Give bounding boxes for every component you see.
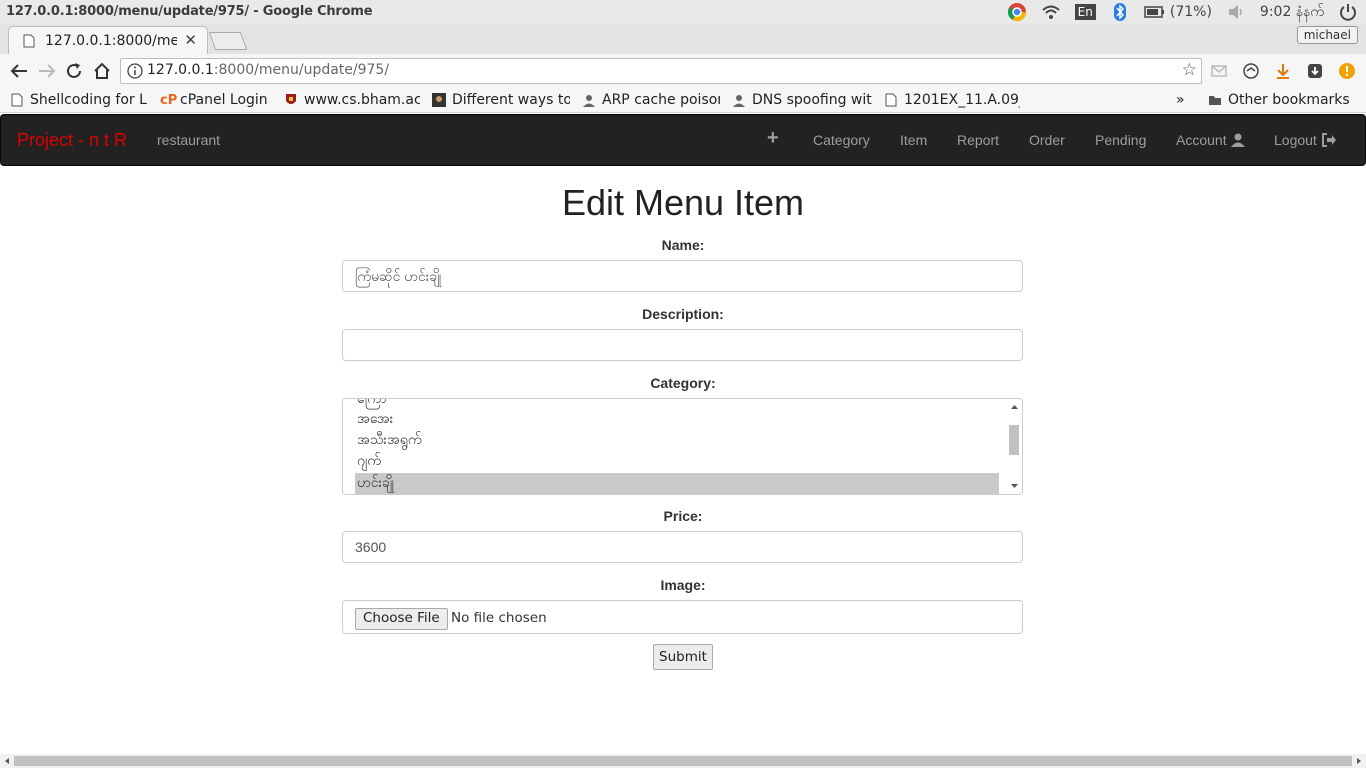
new-tab-button[interactable]: [208, 32, 248, 50]
name-label: Name:: [661, 237, 705, 253]
category-option[interactable]: အသီးအရွက်: [355, 430, 999, 451]
profile-button[interactable]: michael: [1296, 26, 1358, 44]
tab-title: 127.0.0.1:8000/menu/update/975/: [45, 33, 177, 49]
avatar-icon: [432, 93, 446, 107]
nav-category[interactable]: Category: [813, 132, 870, 148]
category-listbox[interactable]: ကြော် အအေး အသီးအရွက် ဂျက် ဟင်းချို: [342, 398, 1023, 495]
mail-extension-icon[interactable]: [1210, 62, 1228, 80]
category-option-selected[interactable]: ဟင်းချို: [355, 473, 999, 494]
site-brand[interactable]: Project - n t R: [17, 130, 127, 151]
logout-icon: [1321, 133, 1336, 147]
browser-toolbar: 127.0.0.1:8000/menu/update/975/ ☆: [0, 54, 1366, 88]
window-title: 127.0.0.1:8000/menu/update/975/ - Google…: [6, 4, 373, 19]
listbox-scrollbar[interactable]: [1007, 399, 1022, 494]
alert-icon[interactable]: [1338, 62, 1356, 80]
bookmark-item[interactable]: Different ways to: [432, 91, 570, 109]
add-icon[interactable]: +: [767, 127, 779, 150]
info-icon[interactable]: [127, 63, 143, 79]
scroll-up-icon[interactable]: [1007, 402, 1022, 412]
university-shield-icon: [286, 94, 296, 104]
reload-icon[interactable]: [63, 60, 85, 82]
address-bar[interactable]: 127.0.0.1:8000/menu/update/975/ ☆: [120, 58, 1202, 84]
choose-file-button[interactable]: Choose File: [355, 608, 448, 630]
page-icon: [11, 93, 23, 107]
price-field[interactable]: 3600: [342, 531, 1023, 563]
bookmark-item[interactable]: www.cs.bham.ac.uk: [284, 91, 420, 109]
horizontal-scroll-thumb[interactable]: [14, 756, 1352, 766]
category-option[interactable]: အအေး: [355, 409, 999, 430]
download-icon[interactable]: [1274, 62, 1292, 80]
page-icon: [23, 34, 35, 48]
listbox-scroll-thumb[interactable]: [1009, 425, 1019, 455]
submit-button[interactable]: Submit: [653, 644, 713, 670]
description-label: Description:: [642, 306, 724, 322]
scroll-down-icon[interactable]: [1007, 481, 1022, 491]
home-icon[interactable]: [91, 60, 113, 82]
battery-indicator[interactable]: (71%): [1144, 4, 1212, 20]
bookmark-star-icon[interactable]: ☆: [1182, 60, 1197, 80]
horizontal-scrollbar[interactable]: [0, 754, 1366, 768]
page-icon: [885, 93, 897, 107]
forward-arrow-icon[interactable]: [36, 60, 58, 82]
site-navbar: Project - n t R restaurant + Category It…: [0, 114, 1366, 166]
nav-item[interactable]: Item: [900, 132, 927, 148]
bookmarks-overflow-button[interactable]: »: [1176, 91, 1185, 109]
url-text: 127.0.0.1:8000/menu/update/975/: [147, 62, 390, 78]
keyboard-layout-indicator[interactable]: En: [1074, 4, 1096, 20]
user-icon: [1230, 133, 1245, 147]
battery-icon: [1144, 6, 1164, 18]
download-manager-icon[interactable]: [1306, 62, 1324, 80]
nav-logout[interactable]: Logout: [1274, 132, 1337, 148]
image-file-input[interactable]: Choose File No file chosen: [342, 600, 1023, 634]
back-arrow-icon[interactable]: [8, 60, 30, 82]
cpanel-icon: cP: [160, 93, 178, 108]
category-option[interactable]: ဂျက်: [355, 451, 999, 472]
nav-account[interactable]: Account: [1176, 132, 1245, 148]
volume-icon[interactable]: [1226, 2, 1246, 22]
chrome-tray-icon[interactable]: [1007, 2, 1027, 22]
wifi-icon[interactable]: [1041, 2, 1061, 22]
nav-restaurant[interactable]: restaurant: [157, 132, 220, 148]
folder-icon: [1209, 96, 1221, 105]
scroll-left-icon[interactable]: [2, 754, 12, 768]
os-top-bar: 127.0.0.1:8000/menu/update/975/ - Google…: [0, 0, 1366, 24]
bluetooth-icon[interactable]: [1110, 2, 1130, 22]
nav-pending[interactable]: Pending: [1095, 132, 1146, 148]
page-title: Edit Menu Item: [561, 182, 805, 223]
close-icon[interactable]: ✕: [184, 31, 197, 49]
category-label: Category:: [650, 375, 716, 391]
other-bookmarks[interactable]: Other bookmarks: [1208, 91, 1350, 109]
tab-strip: 127.0.0.1:8000/menu/update/975/ ✕ michae…: [0, 24, 1366, 55]
clock[interactable]: 9:02 နံနက်: [1260, 2, 1324, 23]
avatar-icon: [583, 95, 595, 107]
power-gear-icon[interactable]: [1338, 2, 1358, 22]
bookmarks-bar: Shellcoding for Linux cP cPanel Login ww…: [0, 88, 1366, 113]
price-label: Price:: [663, 508, 703, 524]
system-tray: En (71%) 9:02 နံနက်: [993, 2, 1358, 22]
cookie-extension-icon[interactable]: [1242, 62, 1260, 80]
bookmark-item[interactable]: 1201EX_11.A.09_: [884, 91, 1020, 109]
avatar-icon: [733, 95, 745, 107]
scroll-right-icon[interactable]: [1354, 754, 1364, 768]
name-field[interactable]: ကြံမဆိုင် ဟင်းချို: [342, 260, 1023, 292]
nav-order[interactable]: Order: [1029, 132, 1065, 148]
browser-tab[interactable]: 127.0.0.1:8000/menu/update/975/ ✕: [8, 26, 208, 55]
bookmark-item[interactable]: Shellcoding for Linux: [10, 91, 148, 109]
bookmark-item[interactable]: ARP cache poisoning: [582, 91, 720, 109]
nav-report[interactable]: Report: [957, 132, 999, 148]
bookmark-item[interactable]: cP cPanel Login: [160, 91, 276, 109]
bookmark-item[interactable]: DNS spoofing with: [732, 91, 872, 109]
description-field[interactable]: [342, 329, 1023, 361]
image-label: Image:: [660, 577, 706, 593]
file-status: No file chosen: [451, 610, 547, 626]
